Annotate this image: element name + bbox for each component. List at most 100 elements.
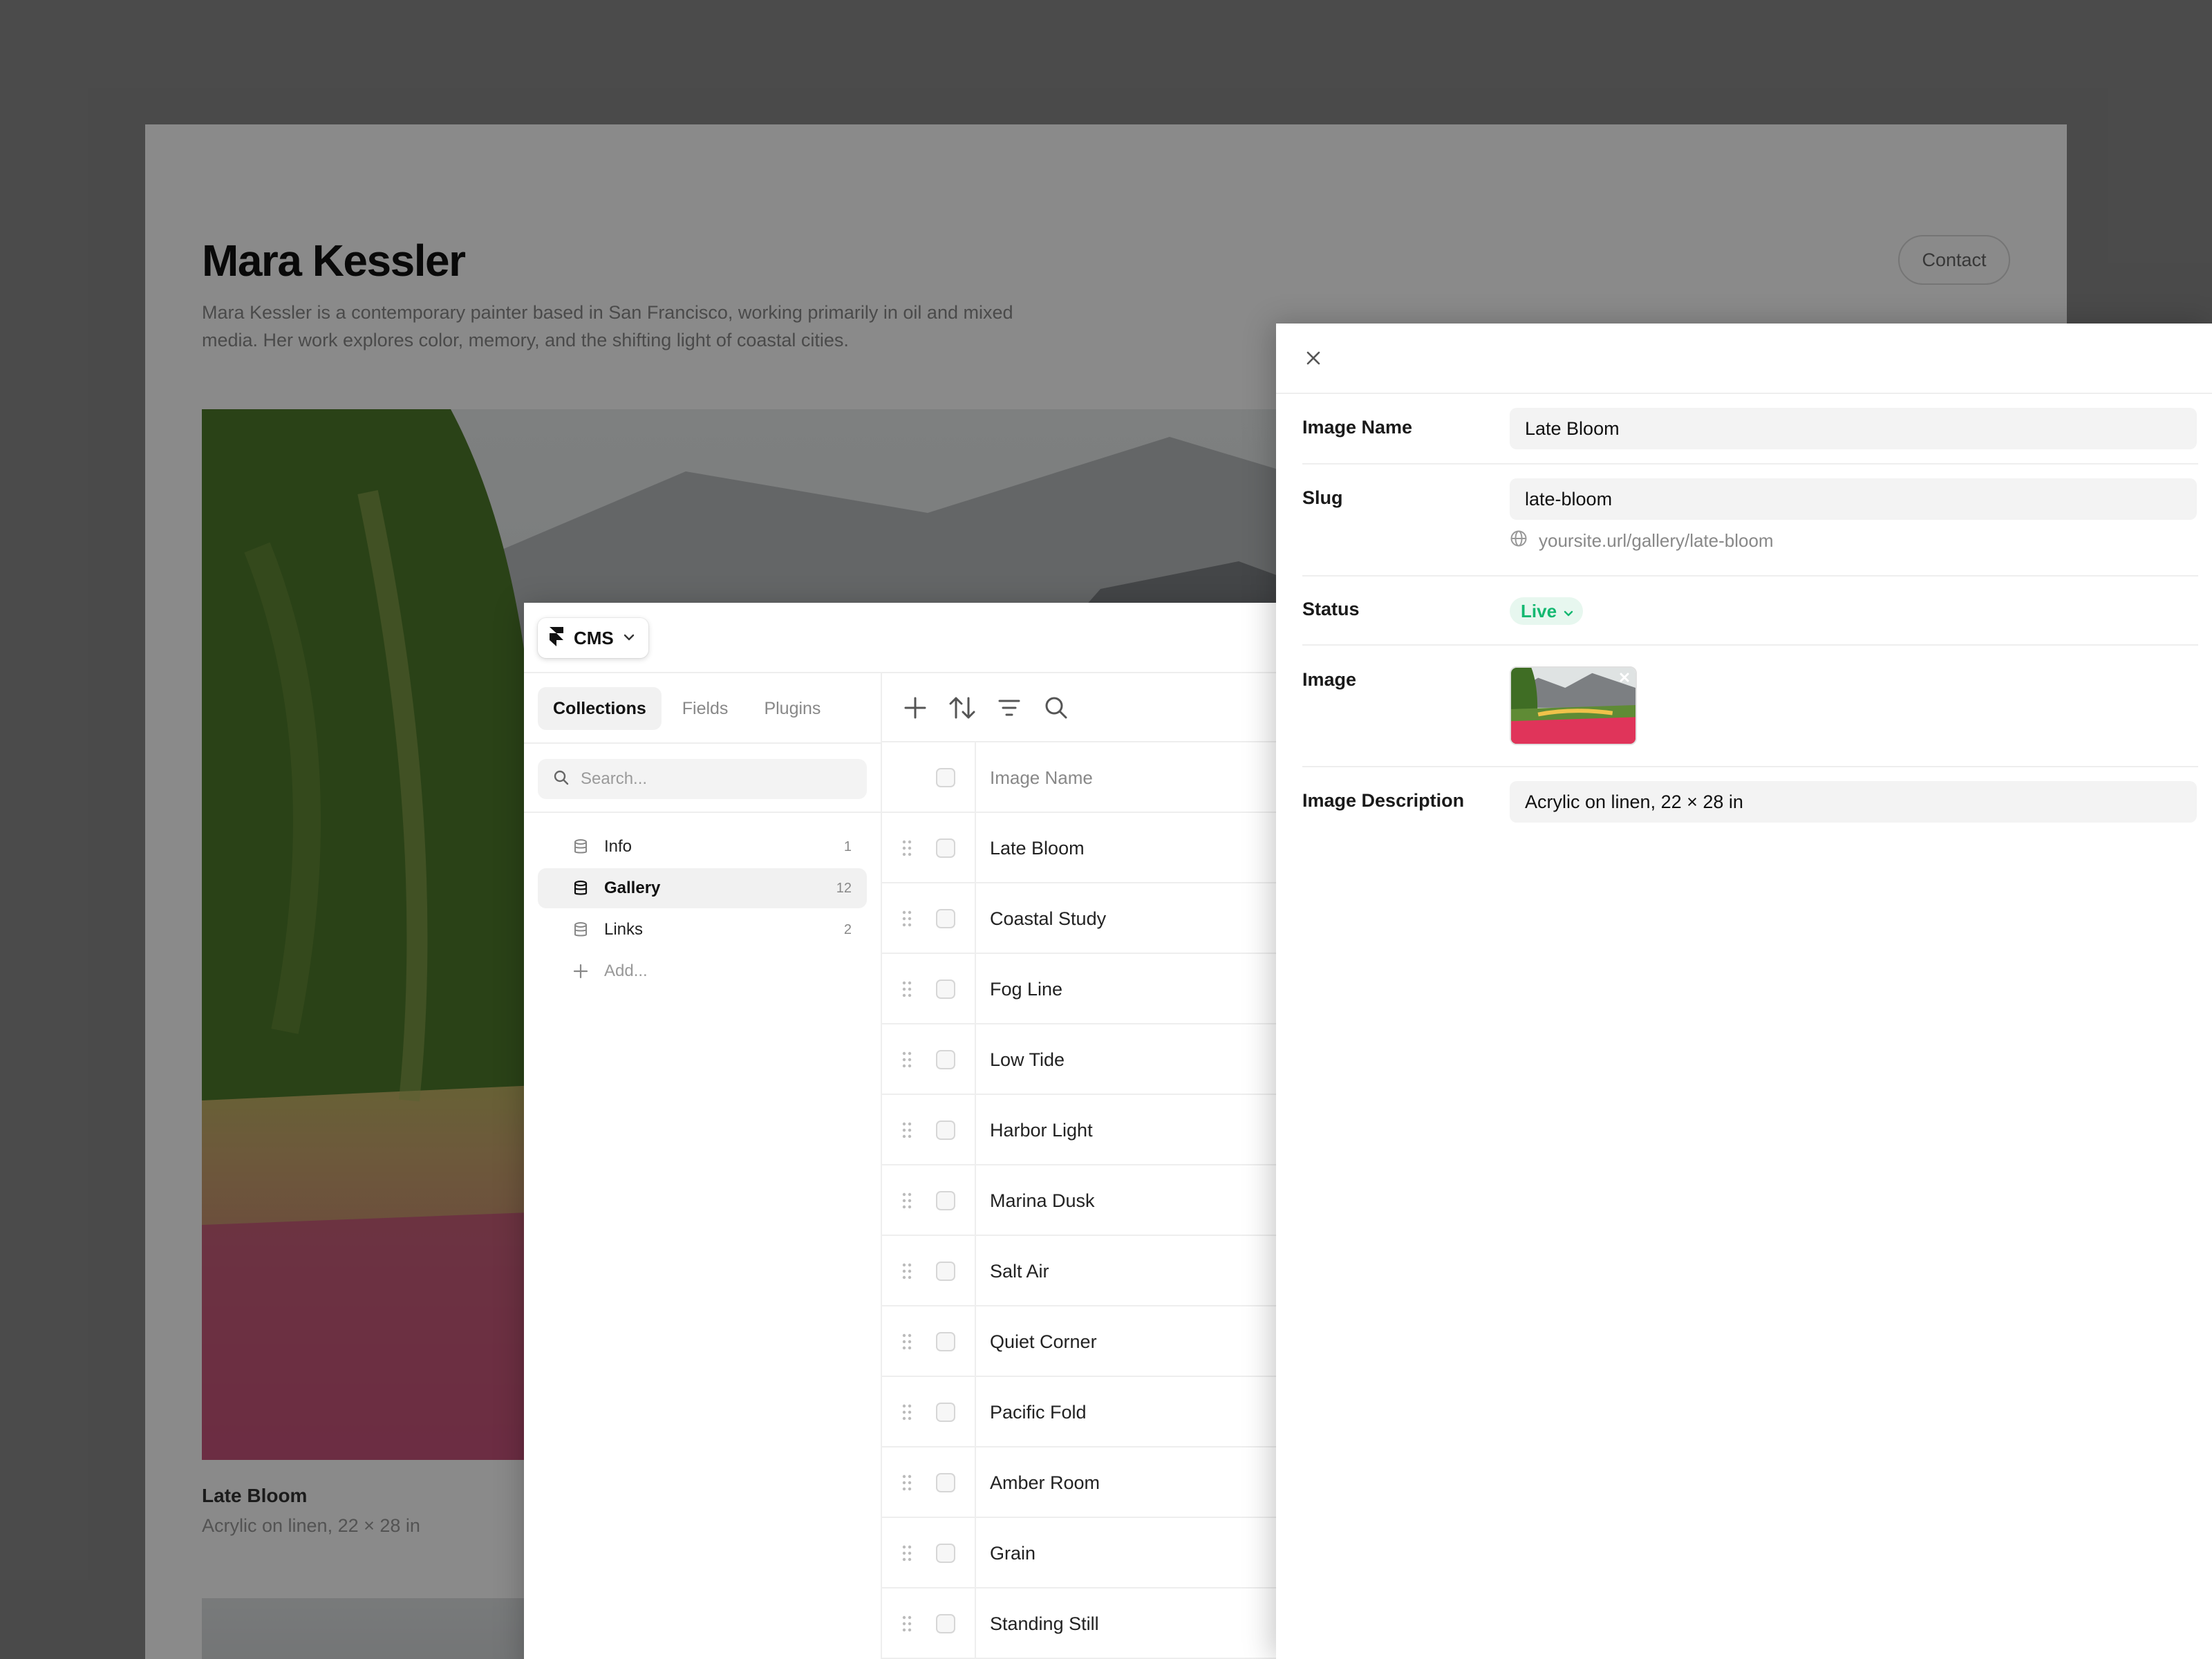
search-icon <box>553 769 570 789</box>
tab-fields[interactable]: Fields <box>667 687 744 730</box>
add-collection-button[interactable]: Add... <box>538 951 867 991</box>
add-label: Add... <box>604 962 648 980</box>
collection-count: 12 <box>836 880 852 896</box>
image-name-cell: Amber Room <box>990 1472 1100 1493</box>
search-icon <box>1044 695 1069 724</box>
items-table: Image Name Late Bloom Coastal Study Fog Li… <box>882 742 1284 1659</box>
drag-handle-icon[interactable] <box>901 1192 912 1213</box>
database-icon <box>572 838 589 859</box>
item-detail-panel: Image Name Late Bloom Slug late-bloom yo… <box>1276 324 2212 1659</box>
table-row[interactable]: Late Bloom <box>882 813 1284 883</box>
table-header-row: Image Name <box>882 742 1284 813</box>
filter-button[interactable] <box>995 695 1023 723</box>
collection-item-links[interactable]: Links 2 <box>538 910 867 950</box>
drag-handle-icon[interactable] <box>901 1403 912 1425</box>
image-name-cell: Grain <box>990 1543 1036 1564</box>
tab-plugins[interactable]: Plugins <box>749 687 836 730</box>
table-row[interactable]: Grain <box>882 1518 1284 1588</box>
drag-handle-icon[interactable] <box>901 1474 912 1495</box>
divider <box>1302 575 2198 577</box>
remove-image-button[interactable] <box>1618 671 1631 684</box>
cms-menu-button[interactable]: CMS <box>538 618 648 658</box>
row-checkbox[interactable] <box>936 980 955 999</box>
image-name-cell: Fog Line <box>990 979 1063 1000</box>
cms-header: CMS <box>524 603 1284 673</box>
collection-item-gallery[interactable]: Gallery 12 <box>538 868 867 908</box>
row-checkbox[interactable] <box>936 1614 955 1633</box>
table-row[interactable]: Fog Line <box>882 954 1284 1024</box>
row-checkbox[interactable] <box>936 1050 955 1069</box>
image-name-cell: Marina Dusk <box>990 1190 1095 1211</box>
image-name-cell: Coastal Study <box>990 908 1107 929</box>
divider <box>1302 644 2198 646</box>
drag-handle-icon[interactable] <box>901 1615 912 1636</box>
slug-label: Slug <box>1302 487 1343 508</box>
cms-tabs: Collections Fields Plugins <box>538 687 836 730</box>
table-row[interactable]: Quiet Corner <box>882 1306 1284 1377</box>
image-name-cell: Pacific Fold <box>990 1402 1087 1423</box>
drag-handle-icon[interactable] <box>901 1262 912 1284</box>
cms-panel: CMS Collections Fields Plugins Search... <box>524 603 1284 1659</box>
column-header-image-name[interactable]: Image Name <box>990 742 1093 813</box>
add-item-button[interactable] <box>901 695 929 723</box>
slug-url-text: yoursite.url/gallery/late-bloom <box>1539 530 1774 551</box>
close-button[interactable] <box>1300 346 1327 373</box>
slug-field[interactable]: late-bloom <box>1510 478 2197 520</box>
cms-sidebar: Collections Fields Plugins Search... Inf… <box>524 673 882 1659</box>
row-checkbox[interactable] <box>936 1544 955 1563</box>
close-icon <box>1306 350 1321 369</box>
plus-icon <box>903 695 928 724</box>
drag-handle-icon[interactable] <box>901 1333 912 1354</box>
table-row[interactable]: Coastal Study <box>882 883 1284 954</box>
image-name-cell: Low Tide <box>990 1049 1065 1070</box>
status-dropdown[interactable]: Live <box>1510 597 1584 625</box>
drag-handle-icon[interactable] <box>901 910 912 931</box>
row-checkbox[interactable] <box>936 1191 955 1210</box>
table-row[interactable]: Low Tide <box>882 1024 1284 1095</box>
image-name-cell: Salt Air <box>990 1261 1049 1282</box>
filter-icon <box>997 695 1022 724</box>
drag-handle-icon[interactable] <box>901 1051 912 1072</box>
row-checkbox[interactable] <box>936 1403 955 1422</box>
table-row[interactable]: Harbor Light <box>882 1095 1284 1165</box>
drag-handle-icon[interactable] <box>901 980 912 1002</box>
tab-collections[interactable]: Collections <box>538 687 662 730</box>
collection-name: Info <box>604 837 632 856</box>
drag-handle-icon[interactable] <box>901 839 912 861</box>
chevron-down-icon <box>1564 601 1573 622</box>
collection-name: Gallery <box>604 879 661 897</box>
row-checkbox[interactable] <box>936 1121 955 1140</box>
cms-table-area: Image Name Late Bloom Coastal Study Fog Li… <box>882 673 1284 1659</box>
database-icon <box>572 921 589 941</box>
image-name-cell: Standing Still <box>990 1613 1099 1634</box>
select-all-checkbox[interactable] <box>936 768 955 787</box>
row-checkbox[interactable] <box>936 1473 955 1492</box>
image-description-field[interactable]: Acrylic on linen, 22 × 28 in <box>1510 781 2197 823</box>
collection-search-input[interactable]: Search... <box>538 759 867 799</box>
image-name-cell: Late Bloom <box>990 838 1085 859</box>
drag-handle-icon[interactable] <box>901 1544 912 1566</box>
collection-item-info[interactable]: Info 1 <box>538 827 867 867</box>
row-checkbox[interactable] <box>936 1332 955 1351</box>
table-row[interactable]: Standing Still <box>882 1588 1284 1659</box>
row-checkbox[interactable] <box>936 1262 955 1281</box>
row-checkbox[interactable] <box>936 838 955 858</box>
image-name-cell: Quiet Corner <box>990 1331 1097 1352</box>
image-label: Image <box>1302 669 1357 690</box>
table-row[interactable]: Salt Air <box>882 1236 1284 1306</box>
image-name-field[interactable]: Late Bloom <box>1510 408 2197 449</box>
table-row[interactable]: Pacific Fold <box>882 1377 1284 1447</box>
sort-button[interactable] <box>948 695 976 723</box>
image-description-label: Image Description <box>1302 790 1465 811</box>
table-row[interactable]: Amber Room <box>882 1447 1284 1518</box>
drag-handle-icon[interactable] <box>901 1121 912 1143</box>
search-button[interactable] <box>1042 695 1070 723</box>
plus-icon <box>572 963 589 983</box>
table-row[interactable]: Marina Dusk <box>882 1165 1284 1236</box>
row-checkbox[interactable] <box>936 909 955 928</box>
close-icon <box>1620 673 1629 682</box>
table-toolbar <box>882 673 1284 742</box>
collection-name: Links <box>604 920 644 939</box>
image-thumbnail[interactable] <box>1510 666 1637 745</box>
divider <box>1302 766 2198 767</box>
